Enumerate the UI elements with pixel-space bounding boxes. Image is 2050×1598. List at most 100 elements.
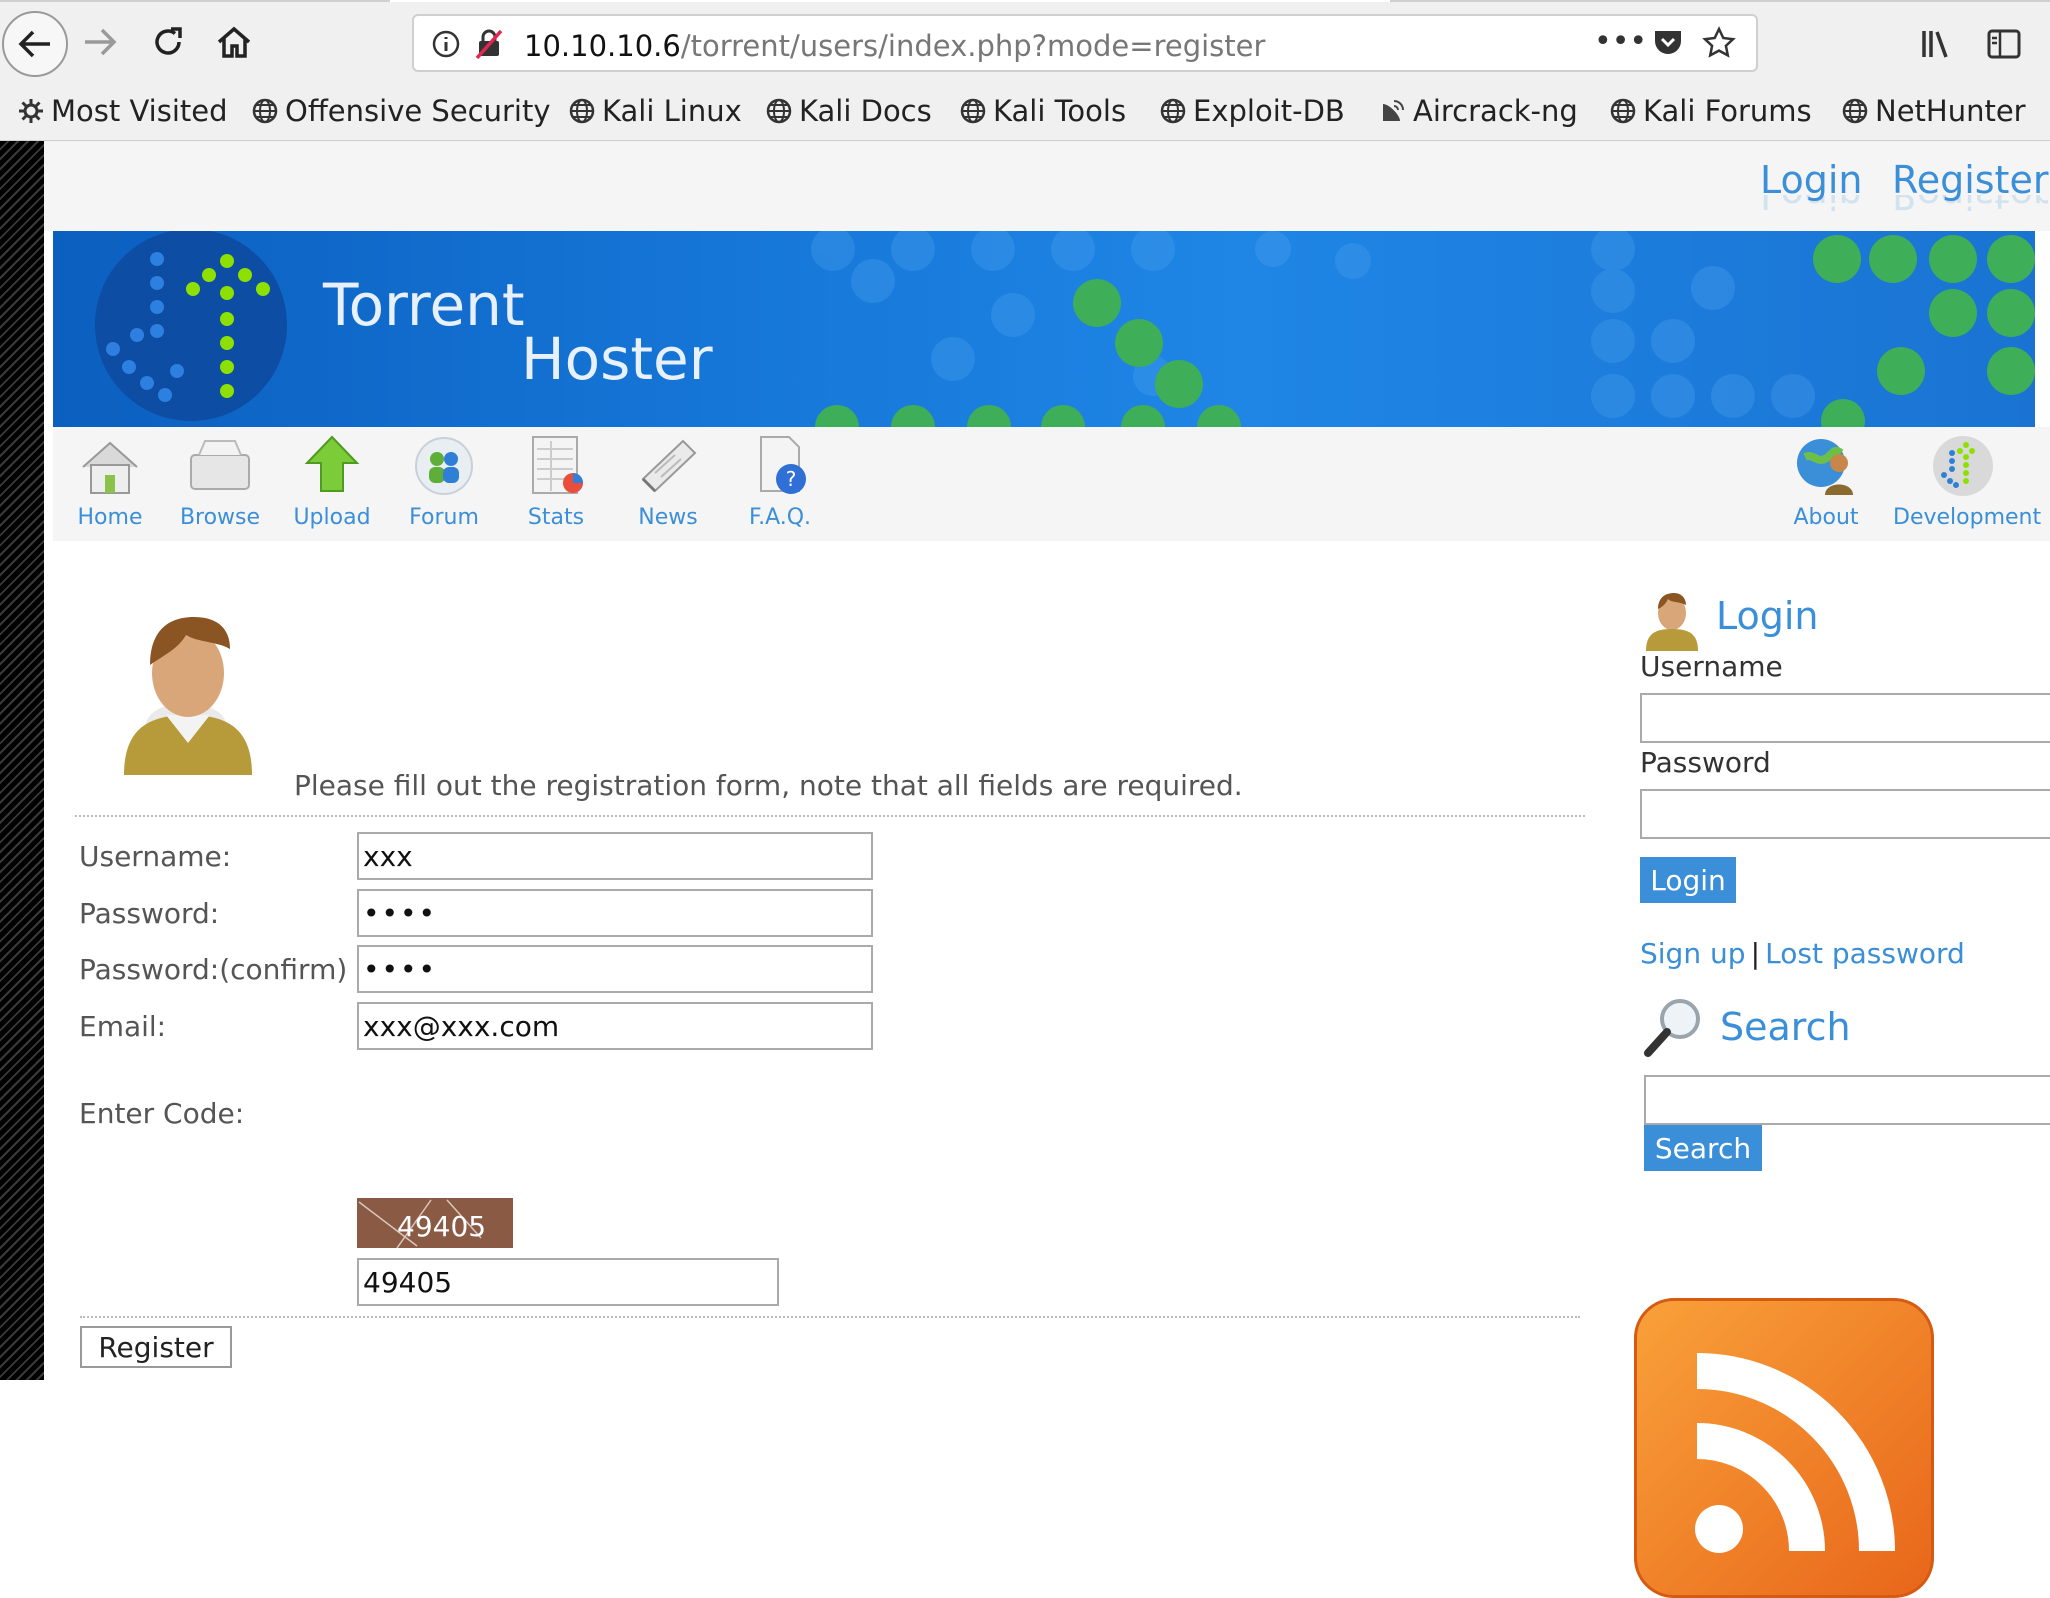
email-input[interactable]: [357, 1002, 873, 1050]
help-document-icon: ?: [760, 436, 806, 494]
site-banner: Torrent Hoster: [53, 231, 2035, 427]
globe-user-icon: [1797, 439, 1853, 495]
link-separator: |: [1750, 937, 1761, 970]
forward-button[interactable]: [70, 12, 130, 72]
reload-icon: [155, 27, 182, 55]
sidebar-toggle-icon[interactable]: [1987, 29, 2021, 59]
sidebar-account-links: Sign up | Lost password: [1640, 937, 1965, 970]
bookmark-kali-linux[interactable]: Kali Linux: [569, 94, 742, 128]
username-input[interactable]: [357, 832, 873, 880]
menu-home[interactable]: Home: [55, 433, 165, 530]
page-actions-button[interactable]: •••: [1594, 24, 1647, 59]
globe-icon: [252, 98, 278, 124]
development-logo-icon: [1933, 436, 1993, 496]
home-icon: [217, 26, 251, 58]
email-label: Email:: [79, 1010, 167, 1043]
reload-button[interactable]: [138, 12, 198, 72]
registration-intro: Please fill out the registration form, n…: [294, 769, 1243, 802]
sidebar-search-input[interactable]: [1644, 1075, 2050, 1125]
bookmark-label: Kali Linux: [602, 94, 742, 128]
home-button[interactable]: [204, 12, 264, 72]
bookmark-label: Kali Docs: [799, 94, 932, 128]
globe-icon: [1610, 98, 1636, 124]
gear-icon: [19, 99, 43, 123]
arrow-left-icon: [18, 30, 50, 58]
bookmark-label: Kali Tools: [993, 94, 1127, 128]
register-button[interactable]: Register: [80, 1326, 232, 1368]
address-bar[interactable]: 10.10.10.6/torrent/users/index.php?mode=…: [412, 14, 1758, 72]
captcha-image: 49405: [357, 1198, 513, 1248]
menu-about[interactable]: About: [1771, 433, 1881, 530]
back-button[interactable]: [2, 11, 68, 77]
menu-browse[interactable]: Browse: [165, 433, 275, 530]
captcha-text: 49405: [397, 1210, 487, 1243]
background-stripes: [0, 141, 44, 1380]
bookmark-nethunter[interactable]: NetHunter: [1842, 94, 2026, 128]
sidebar-login-heading: Login: [1716, 594, 1819, 638]
bookmark-label: Aircrack-ng: [1413, 94, 1578, 128]
top-login-reflection: Login: [1760, 195, 1863, 217]
sidebar-password-input[interactable]: [1640, 789, 2050, 839]
bookmark-kali-docs[interactable]: Kali Docs: [766, 94, 932, 128]
bookmark-exploit-db[interactable]: Exploit-DB: [1160, 94, 1345, 128]
menu-stats[interactable]: Stats: [501, 433, 611, 530]
globe-icon: [1160, 98, 1186, 124]
sidebar-username-input[interactable]: [1640, 693, 2050, 743]
bookmark-kali-forums[interactable]: Kali Forums: [1610, 94, 1812, 128]
sidebar-login-button[interactable]: Login: [1640, 857, 1736, 903]
menu-label: Development: [1893, 505, 2042, 530]
arrow-right-icon: [85, 28, 117, 56]
divider: [75, 815, 1585, 817]
upload-arrow-icon: [304, 435, 360, 492]
rss-feed-icon[interactable]: [1634, 1298, 1934, 1598]
divider: [80, 1316, 1580, 1318]
password-confirm-input[interactable]: [357, 945, 873, 993]
username-label: Username:: [79, 840, 232, 873]
brand-torrent: Torrent: [323, 271, 525, 339]
bookmark-aircrack-ng[interactable]: Aircrack-ng: [1380, 94, 1578, 128]
bookmark-label: Offensive Security: [285, 94, 551, 128]
menu-label: Stats: [527, 505, 585, 530]
globe-icon: [569, 98, 595, 124]
page-viewport: Login Login Register Register Torrent Ho…: [0, 141, 2050, 1598]
globe-icon: [960, 98, 986, 124]
bookmark-offensive-security[interactable]: Offensive Security: [252, 94, 551, 128]
url-path: /torrent/users/index.php?mode=register: [680, 29, 1266, 63]
insecure-lock-icon: [475, 29, 503, 60]
sidebar-search-heading: Search: [1720, 1005, 1851, 1049]
bookmarks-toolbar: Most Visited Offensive Security Kali Lin…: [0, 88, 2050, 141]
code-input[interactable]: [357, 1258, 779, 1306]
bookmark-star-icon[interactable]: [1702, 26, 1736, 60]
info-icon: [432, 30, 460, 58]
menu-label: Home: [77, 505, 143, 530]
signup-link[interactable]: Sign up: [1640, 937, 1746, 970]
globe-icon: [1842, 98, 1868, 124]
url-host: 10.10.10.6: [524, 29, 681, 63]
user-avatar-icon: [124, 617, 252, 775]
user-icon: [1646, 593, 1698, 651]
menu-forum[interactable]: Forum: [389, 433, 499, 530]
menu-label: Upload: [293, 505, 371, 530]
menu-development[interactable]: Development: [1893, 433, 2042, 530]
sidebar-search-button[interactable]: Search: [1644, 1125, 1762, 1171]
bookmark-label: Most Visited: [51, 94, 228, 128]
menu-upload[interactable]: Upload: [277, 433, 387, 530]
bookmark-kali-tools[interactable]: Kali Tools: [960, 94, 1126, 128]
newspaper-icon: [641, 439, 697, 493]
stats-sheet-icon: [532, 436, 583, 494]
password-input[interactable]: [357, 889, 873, 937]
menu-label: F.A.Q.: [748, 505, 812, 530]
menu-faq[interactable]: ? F.A.Q.: [725, 433, 835, 530]
main-menu: Home Browse Upload Forum Stats News ? F.…: [53, 427, 2050, 541]
bookmark-most-visited[interactable]: Most Visited: [18, 94, 228, 128]
pocket-icon[interactable]: [1652, 28, 1684, 58]
satellite-dish-icon: [1383, 100, 1404, 121]
magnifier-icon: [1644, 999, 1700, 1057]
menu-label: About: [1793, 505, 1859, 530]
lost-password-link[interactable]: Lost password: [1765, 937, 1965, 970]
menu-news[interactable]: News: [613, 433, 723, 530]
house-icon: [82, 441, 138, 494]
library-icon[interactable]: [1920, 28, 1954, 60]
account-links-bar: Login Login Register Register: [44, 141, 2050, 231]
bookmark-label: NetHunter: [1875, 94, 2026, 128]
